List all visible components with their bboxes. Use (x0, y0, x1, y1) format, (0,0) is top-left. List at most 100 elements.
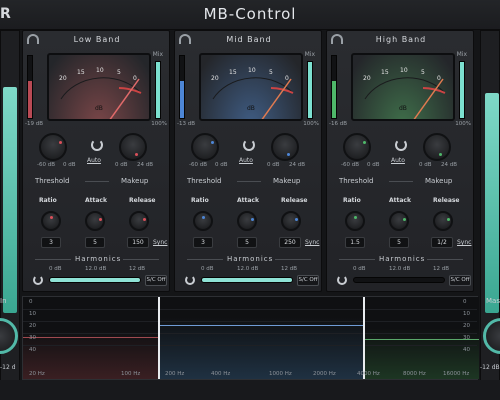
harmonics-power-icon[interactable] (337, 275, 347, 285)
attack-value[interactable]: 5 (389, 237, 409, 248)
vu-tick: 20 (211, 75, 219, 82)
threshold-max: 0 dB (63, 162, 76, 168)
ratio-value[interactable]: 1.5 (345, 237, 365, 248)
ratio-knob[interactable] (193, 211, 213, 231)
status-bar (0, 380, 500, 400)
threshold-label: Threshold (187, 177, 222, 185)
ratio-knob[interactable] (41, 211, 61, 231)
threshold-knob[interactable] (39, 133, 67, 161)
ratio-value[interactable]: 3 (41, 237, 61, 248)
attack-value[interactable]: 5 (237, 237, 257, 248)
release-knob[interactable] (281, 211, 301, 231)
mix-fill (308, 62, 312, 118)
harmonics-slider[interactable] (201, 277, 293, 283)
release-value[interactable]: 250 (279, 237, 301, 248)
attack-knob[interactable] (389, 211, 409, 231)
spectrum-display[interactable]: 0 10 20 30 40 0 10 20 30 40 20 Hz 100 Hz… (22, 296, 479, 380)
harmonics-slider[interactable] (49, 277, 141, 283)
release-value[interactable]: 1/2 (431, 237, 453, 248)
harmonics-power-icon[interactable] (185, 275, 195, 285)
mix-slider[interactable] (459, 61, 465, 119)
hz-label: 400 Hz (211, 371, 231, 377)
ratio-label: Ratio (191, 197, 209, 204)
harmonics-scale: 0 dB (201, 266, 214, 272)
vu-tick: 20 (59, 75, 67, 82)
sync-toggle[interactable]: Sync (153, 239, 167, 246)
vu-tick: 10 (400, 67, 408, 74)
vu-tick: 15 (77, 69, 85, 76)
threshold-min: -60 dB (37, 162, 55, 168)
mid-threshold-line[interactable] (159, 325, 364, 326)
mix-value: 100% (303, 121, 319, 127)
hz-label: 2000 Hz (313, 371, 336, 377)
makeup-max: 24 dB (289, 162, 306, 168)
mix-slider[interactable] (307, 61, 313, 119)
db-label-right: 40 (463, 347, 470, 353)
band-panel-mid-band: Mid Band Mix -13 dB 20 15 10 5 0 dB 100%… (174, 30, 322, 292)
auto-makeup-toggle[interactable]: Auto (87, 157, 101, 164)
sidechain-button[interactable]: S/C Off (449, 275, 471, 286)
sync-toggle[interactable]: Sync (457, 239, 471, 246)
mix-slider[interactable] (155, 61, 161, 119)
ratio-value[interactable]: 3 (193, 237, 213, 248)
attack-value[interactable]: 5 (85, 237, 105, 248)
makeup-min: 0 dB (419, 162, 432, 168)
band-title: Mid Band (226, 35, 272, 44)
high-threshold-line[interactable] (364, 339, 479, 340)
band-panel-low-band: Low Band Mix -19 dB 20 15 10 5 0 dB 100%… (22, 30, 170, 292)
ratio-label: Ratio (39, 197, 57, 204)
threshold-knob[interactable] (191, 133, 219, 161)
hz-label: 1000 Hz (269, 371, 292, 377)
db-label: 10 (29, 311, 36, 317)
sidechain-button[interactable]: S/C Off (145, 275, 167, 286)
hz-label: 16000 Hz (443, 371, 470, 377)
hz-label: 20 Hz (29, 371, 45, 377)
harmonics-scale: 12.0 dB (237, 266, 259, 272)
harmonics-scale: 12 dB (281, 266, 298, 272)
harmonics-power-icon[interactable] (33, 275, 43, 285)
attack-label: Attack (85, 197, 107, 204)
crossover-mid-high[interactable] (363, 297, 365, 379)
power-icon[interactable] (395, 139, 407, 151)
master-gain-value: -12 dB (480, 364, 500, 371)
hz-label: 200 Hz (165, 371, 185, 377)
band-title: Low Band (73, 35, 121, 44)
ratio-knob[interactable] (345, 211, 365, 231)
vu-tick: 0 (437, 75, 441, 82)
threshold-label: Threshold (339, 177, 374, 185)
vu-unit: dB (247, 105, 255, 112)
output-meter (485, 93, 499, 313)
mix-label: Mix (304, 51, 315, 58)
vu-tick: 5 (421, 69, 425, 76)
auto-makeup-toggle[interactable]: Auto (239, 157, 253, 164)
makeup-min: 0 dB (267, 162, 280, 168)
attack-knob[interactable] (85, 211, 105, 231)
crossover-low-mid[interactable] (158, 297, 160, 379)
mix-fill (460, 62, 464, 118)
makeup-knob[interactable] (271, 133, 299, 161)
release-knob[interactable] (433, 211, 453, 231)
release-value[interactable]: 150 (127, 237, 149, 248)
harmonics-label: Harmonics (75, 255, 122, 263)
makeup-label: Makeup (425, 177, 453, 185)
low-threshold-line[interactable] (23, 337, 159, 338)
sidechain-button[interactable]: S/C Off (297, 275, 319, 286)
threshold-knob[interactable] (343, 133, 371, 161)
power-icon[interactable] (243, 139, 255, 151)
harmonics-slider[interactable] (353, 277, 445, 283)
db-label-right: 10 (463, 311, 470, 317)
vu-unit: dB (399, 105, 407, 112)
power-icon[interactable] (91, 139, 103, 151)
gain-reduction-meter (331, 55, 337, 119)
sync-toggle[interactable]: Sync (305, 239, 319, 246)
auto-makeup-toggle[interactable]: Auto (391, 157, 405, 164)
band-panel-high-band: High Band Mix -16 dB 20 15 10 5 0 dB 100… (326, 30, 474, 292)
attack-knob[interactable] (237, 211, 257, 231)
makeup-knob[interactable] (119, 133, 147, 161)
mix-label: Mix (152, 51, 163, 58)
release-knob[interactable] (129, 211, 149, 231)
makeup-knob[interactable] (423, 133, 451, 161)
vu-needle (261, 78, 292, 119)
vu-tick: 10 (96, 67, 104, 74)
db-label-right: 0 (463, 299, 467, 305)
